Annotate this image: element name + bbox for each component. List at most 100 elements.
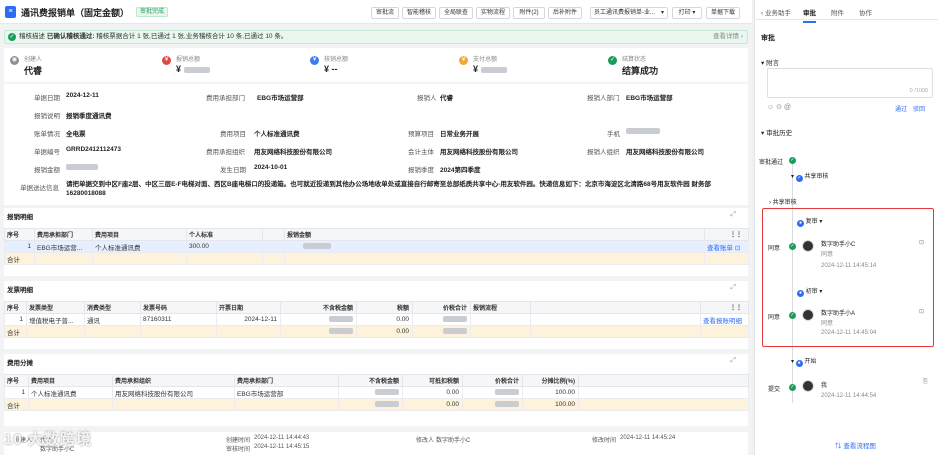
banner-text: 稽核票据合计 1 张,已通过 1 张,业务稽核合计 10 条,已通过 10 条。 [96,33,288,40]
column-header: 报销流程 [470,301,531,314]
attach-label: ▾ 附言 [761,57,779,67]
table-cell: 1 [4,313,27,326]
column-header: 序号 [4,301,27,314]
print-template-select[interactable]: 员工通讯费报销单-业... ▾ [590,7,668,19]
column-header: 费用承担组织 [112,374,235,387]
table-cell [700,325,749,338]
emoji-icon[interactable]: ☺ ⊙ @ [767,103,791,111]
table-row[interactable]: 1 EBG市场运营... 个人标准通讯费 300.00 查看账单 ⊡ [4,240,749,253]
total-ratio: 100.00 [522,398,579,411]
table-row[interactable]: 1 增值税电子普... 通讯 87160311 2024-12-11 0.00 … [4,313,749,326]
field-value: 2024第四季度 [440,167,481,174]
attachments-button[interactable]: 附件(2) [513,7,545,19]
field-label: 报销人部门 [587,95,620,102]
column-settings-icon[interactable]: ⋮⋮ [704,228,749,241]
field-label: 预算项目 [408,131,434,138]
modifier-label: 修改人 [416,438,435,444]
pay-icon: ¥ [459,56,468,65]
field-label: 手机 [607,131,620,138]
field-value: 个人标准通讯费 [254,131,300,138]
column-header [578,374,749,387]
field-label: 单据日期 [34,95,60,102]
table-cell [578,398,749,411]
summary-label: 支付总额 [473,57,498,63]
smart-audit-button[interactable]: 智能稽核 [402,7,436,19]
tab-label: 业务助手 [764,10,791,17]
physical-flow-button[interactable]: 实物流程 [476,7,510,19]
global-query-button[interactable]: 全局联查 [439,7,473,19]
print-button[interactable]: 打印 ▾ [672,7,702,19]
table-cell [262,252,285,265]
approval-flow-button[interactable]: 审批流 [371,7,399,19]
banner-detail-link[interactable]: 查看详情 › [713,31,743,43]
table-cell [280,325,357,338]
column-settings-icon[interactable]: ⋮⋮ [700,301,749,314]
flow-chart-link[interactable]: ⇅ 查看流程图 [835,440,876,450]
column-header: 序号 [4,374,29,387]
chevron-down-icon: ▾ [761,60,765,67]
created-label: 创建时间 [226,438,251,444]
char-counter: 0 /1000 [909,88,928,94]
side-tabs: ‹ 业务助手 审批 附件 协作 [755,0,938,23]
column-header: 发票号码 [140,301,217,314]
table-cell [338,398,403,411]
link-icon[interactable]: ⎘ [923,379,928,386]
table-cell [412,313,471,326]
tab-approval[interactable]: 审批 [803,7,816,23]
column-header: 不含税金额 [338,374,403,387]
field-value: 2024-10-01 [254,164,288,171]
tab-attachment[interactable]: 附件 [831,7,844,17]
comment-textarea[interactable]: 0 /1000 [767,68,933,98]
fullscreen-icon[interactable]: ⤢ [730,357,736,365]
audit-value: 2024-12-11 14:45:15 [254,444,310,450]
status-badge: 审批完成 [136,7,169,17]
submit-time: 2024-12-11 14:44:54 [821,393,877,399]
reject-link[interactable]: 驳回 [913,104,925,113]
fullscreen-icon[interactable]: ⤢ [730,284,736,292]
view-detail-link[interactable]: 查看报账明细 [700,313,749,326]
view-bill-link[interactable]: 查看账单 ⊡ [704,240,749,253]
avatar [802,380,814,392]
table-cell: 0.00 [402,386,463,399]
table-row[interactable]: 1 个人标准通讯费 用友网络科技股份有限公司 EBG市场运营部 0.00 100… [4,386,749,399]
passed-label: 审批通过 [759,160,784,166]
expense-detail-section: 报销明细 ⤢ 序号 费用承担部门 费用项目 个人标准 报销金额 ⋮⋮ 1 EBG… [4,208,749,276]
table-cell: EBG市场运营... [34,240,93,253]
table-cell [26,325,85,338]
document-icon: ≡ [5,6,16,18]
banner-detail-label: 查看详情 [713,33,740,40]
page-title: 通讯费报销单（固定金额） [21,8,130,18]
summary-label: 结算状态 [622,57,647,63]
chevron-down-icon: ▾ [791,359,795,365]
table-cell [216,325,281,338]
check-circle-icon: ✓ [8,33,16,41]
view-bill-label: 查看账单 [707,244,733,252]
tab-assistant[interactable]: ‹ 业务助手 [761,7,791,17]
field-label: 报销人 [417,95,437,102]
field-label: 报销说明 [34,113,60,120]
table-cell: 通讯 [84,313,141,326]
print-template-value: 员工通讯费报销单-业... [594,10,655,16]
column-header: 个人标准 [186,228,263,241]
tab-collab[interactable]: 协作 [859,7,872,17]
download-button[interactable]: 单据下载 [706,7,740,19]
invoice-detail-section: 发票明细 ⤢ 序号 发票类型 消费类型 发票号码 开票日期 不含税金额 税额 价… [4,281,749,349]
section-title: 报销明细 [7,214,33,221]
fullscreen-icon[interactable]: ⤢ [730,211,736,219]
table-cell [470,325,531,338]
table-cell: 个人标准通讯费 [28,386,113,399]
supplement-attachment-button[interactable]: 后补附件 [548,7,582,19]
field-value: 2024-12-11 [66,92,99,99]
column-header [530,301,701,314]
user-icon: ◉ [10,56,19,65]
highlight-box [762,208,934,347]
table-cell [284,240,705,253]
field-label: 费用承担部门 [206,95,245,102]
attach-label-text: 附言 [766,60,780,67]
flow-link-text: 查看流程图 [843,443,876,450]
check-icon: ✓ [789,157,796,164]
expense-detail-table: 序号 费用承担部门 费用项目 个人标准 报销金额 ⋮⋮ 1 EBG市场运营...… [4,228,749,265]
send-link[interactable]: 通过 [895,104,907,113]
field-value: 用友网络科技股份有限公司 [254,149,332,156]
table-cell: 1 [4,386,29,399]
